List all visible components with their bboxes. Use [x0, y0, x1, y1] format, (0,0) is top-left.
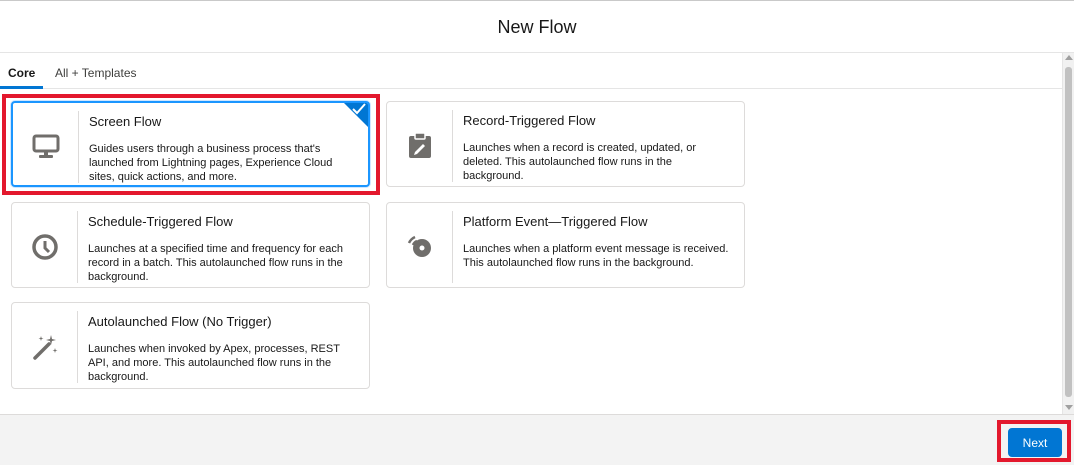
- flow-type-list: Screen Flow Guides users through a busin…: [0, 89, 1062, 414]
- card-title: Platform Event—Triggered Flow: [463, 214, 648, 229]
- checkmark-icon: [352, 103, 366, 115]
- card-autolaunched-flow[interactable]: Autolaunched Flow (No Trigger) Launches …: [11, 302, 370, 389]
- tab-bar: Core All + Templates: [0, 53, 1062, 89]
- card-platform-event-triggered-flow[interactable]: Platform Event—Triggered Flow Launches w…: [386, 202, 745, 288]
- card-record-triggered-flow[interactable]: Record-Triggered Flow Launches when a re…: [386, 101, 745, 187]
- card-description: Launches when a platform event message i…: [463, 243, 729, 269]
- new-flow-modal: New Flow Core All + Templates Screen Flo…: [0, 0, 1074, 465]
- card-title: Record-Triggered Flow: [463, 113, 596, 128]
- card-icon-container: [12, 311, 78, 383]
- magic-wand-icon: [32, 335, 57, 360]
- card-schedule-triggered-flow[interactable]: Schedule-Triggered Flow Launches at a sp…: [11, 202, 370, 288]
- modal-header: New Flow: [0, 0, 1074, 53]
- vertical-scrollbar[interactable]: [1062, 53, 1074, 414]
- card-title: Autolaunched Flow (No Trigger): [88, 314, 272, 329]
- card-icon-container: [12, 211, 78, 283]
- monitor-icon: [32, 134, 59, 158]
- card-description: Launches when a record is created, updat…: [463, 142, 696, 182]
- tab-all-templates[interactable]: All + Templates: [55, 66, 137, 80]
- scroll-up-arrow-icon[interactable]: [1065, 55, 1073, 60]
- clock-icon: [31, 234, 58, 260]
- scroll-down-arrow-icon[interactable]: [1065, 405, 1073, 410]
- next-button[interactable]: Next: [1008, 428, 1062, 457]
- card-icon-container: [13, 111, 79, 183]
- card-screen-flow[interactable]: Screen Flow Guides users through a busin…: [11, 101, 370, 187]
- broadcast-icon: [407, 235, 431, 257]
- tab-core[interactable]: Core: [8, 66, 35, 80]
- clipboard-edit-icon: [408, 132, 431, 158]
- card-title: Screen Flow: [89, 114, 162, 129]
- card-icon-container: [387, 110, 453, 182]
- modal-title: New Flow: [497, 17, 577, 37]
- card-description: Launches at a specified time and frequen…: [88, 243, 343, 283]
- card-description: Launches when invoked by Apex, processes…: [88, 343, 340, 383]
- card-description: Guides users through a business process …: [89, 143, 333, 183]
- modal-footer: Next: [0, 414, 1074, 465]
- card-title: Schedule-Triggered Flow: [88, 214, 233, 229]
- card-icon-container: [387, 211, 453, 283]
- scroll-thumb[interactable]: [1065, 67, 1072, 397]
